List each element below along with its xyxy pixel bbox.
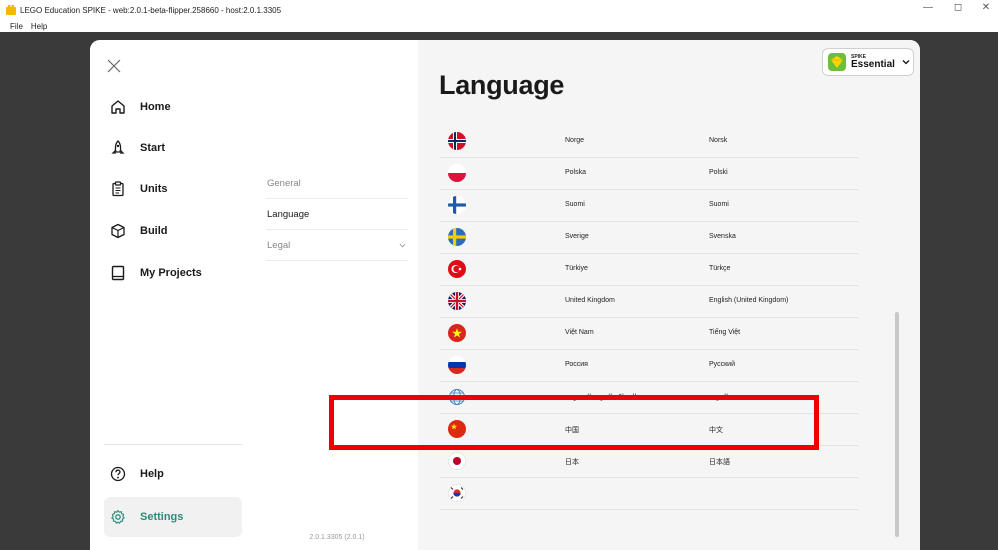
page-title: Language bbox=[439, 70, 565, 100]
chevron-down-icon bbox=[399, 243, 406, 248]
language-row-turkey[interactable]: Türkiye Türkçe bbox=[440, 254, 858, 286]
main-nav: Home Start Units Build My Projects Help … bbox=[90, 40, 256, 550]
book-icon bbox=[111, 265, 125, 281]
minimize-button[interactable]: — bbox=[920, 2, 936, 13]
nav-item-my-projects[interactable]: My Projects bbox=[104, 256, 242, 290]
spike-product-label: Essential bbox=[851, 58, 895, 70]
language-name: العربية bbox=[709, 394, 729, 401]
title-bar: LEGO Education SPIKE - web:2.0.1-beta-fl… bbox=[0, 0, 998, 20]
turkey-flag-icon bbox=[448, 260, 466, 278]
language-name: Suomi bbox=[709, 201, 729, 208]
language-name: 日本語 bbox=[709, 459, 730, 466]
poland-flag-icon bbox=[448, 164, 466, 182]
settings-panel: Home Start Units Build My Projects Help … bbox=[90, 40, 920, 550]
sweden-flag-icon bbox=[448, 228, 466, 246]
language-name: English (United Kingdom) bbox=[709, 297, 789, 304]
clipboard-icon bbox=[112, 181, 124, 197]
spike-essential-logo bbox=[828, 53, 846, 71]
country-name: Sverige bbox=[565, 233, 589, 240]
gear-icon bbox=[111, 509, 125, 524]
language-name: Norsk bbox=[709, 137, 728, 144]
nav-item-start[interactable]: Start bbox=[104, 131, 242, 165]
nav-item-build[interactable]: Build bbox=[104, 214, 242, 248]
spike-product-selector[interactable]: SPIKE Essential bbox=[822, 48, 914, 76]
window-title: LEGO Education SPIKE - web:2.0.1-beta-fl… bbox=[20, 5, 282, 15]
country-name: المملكة العربية السعودية bbox=[565, 394, 637, 401]
language-row-poland[interactable]: Polska Polski bbox=[440, 158, 858, 190]
close-icon[interactable] bbox=[106, 58, 122, 74]
language-row-sweden[interactable]: Sverige Svenska bbox=[440, 222, 858, 254]
country-name: Türkiye bbox=[565, 265, 588, 272]
restore-button[interactable]: ◻ bbox=[950, 2, 966, 13]
nav-item-settings[interactable]: Settings bbox=[104, 497, 242, 537]
rocket-icon bbox=[111, 140, 125, 154]
country-name: 中国 bbox=[565, 427, 579, 434]
language-row-finland[interactable]: Suomi Suomi bbox=[440, 190, 858, 222]
language-row-russia[interactable]: Россия Русский bbox=[440, 350, 858, 382]
menu-help[interactable]: Help bbox=[31, 22, 47, 31]
country-name: Norge bbox=[565, 137, 585, 144]
language-row-vietnam[interactable]: Việt Nam Tiếng Việt bbox=[440, 318, 858, 350]
country-name: Россия bbox=[565, 361, 588, 368]
korea-flag-icon bbox=[448, 484, 466, 502]
language-name: Русский bbox=[709, 361, 735, 368]
nav-item-home[interactable]: Home bbox=[104, 90, 242, 124]
language-content: Language SPIKE Essential Norge Norsk Pol… bbox=[418, 40, 920, 550]
nav-divider bbox=[104, 444, 242, 445]
help-icon bbox=[110, 466, 126, 482]
close-window-button[interactable]: ✕ bbox=[978, 2, 994, 13]
cube-icon bbox=[111, 223, 125, 239]
language-row-japan[interactable]: 日本 日本語 bbox=[440, 446, 858, 478]
app-version: 2.0.1.3305 (2.0.1) bbox=[309, 534, 365, 541]
chevron-down-icon bbox=[902, 60, 910, 65]
norway-flag-icon bbox=[448, 132, 466, 150]
nav-item-units[interactable]: Units bbox=[104, 172, 242, 206]
scrollbar-thumb[interactable] bbox=[895, 312, 899, 537]
country-name: Polska bbox=[565, 169, 587, 176]
country-name: United Kingdom bbox=[565, 297, 615, 304]
language-name: 中文 bbox=[709, 427, 723, 434]
china-flag-icon bbox=[448, 420, 466, 438]
menu-bar: File Help bbox=[0, 20, 998, 32]
menu-file[interactable]: File bbox=[10, 22, 23, 31]
japan-flag-icon bbox=[448, 452, 466, 470]
nav-item-help[interactable]: Help bbox=[104, 457, 242, 491]
subnav-item-language[interactable]: Language bbox=[266, 199, 408, 229]
language-row-korea[interactable] bbox=[440, 478, 858, 510]
lego-app-icon bbox=[6, 5, 16, 15]
language-row-uk[interactable]: United Kingdom English (United Kingdom) bbox=[440, 286, 858, 318]
language-list: Norge Norsk Polska Polski Suomi Suomi Sv… bbox=[418, 126, 920, 550]
globe-icon bbox=[449, 389, 465, 405]
language-name: Tiếng Việt bbox=[709, 329, 741, 336]
language-name: Türkçe bbox=[709, 265, 731, 272]
subnav-divider bbox=[266, 260, 408, 261]
country-name: Suomi bbox=[565, 201, 585, 208]
country-name: 日本 bbox=[565, 459, 579, 466]
uk-flag-icon bbox=[448, 292, 466, 310]
language-name: Svenska bbox=[709, 233, 736, 240]
language-row-saudi-arabia[interactable]: المملكة العربية السعودية العربية bbox=[440, 382, 858, 414]
language-name: Polski bbox=[709, 169, 728, 176]
language-row-norway[interactable]: Norge Norsk bbox=[440, 126, 858, 158]
subnav-item-legal[interactable]: Legal bbox=[266, 230, 408, 260]
subnav-item-general[interactable]: General bbox=[266, 168, 408, 198]
home-icon bbox=[111, 100, 125, 114]
settings-subnav: General Language Legal 2.0.1.3305 (2.0.1… bbox=[256, 40, 418, 550]
language-row-china[interactable]: 中国 中文 bbox=[440, 414, 858, 446]
finland-flag-icon bbox=[448, 196, 466, 214]
vietnam-flag-icon bbox=[448, 324, 466, 342]
country-name: Việt Nam bbox=[565, 329, 594, 336]
russia-flag-icon bbox=[448, 356, 466, 374]
